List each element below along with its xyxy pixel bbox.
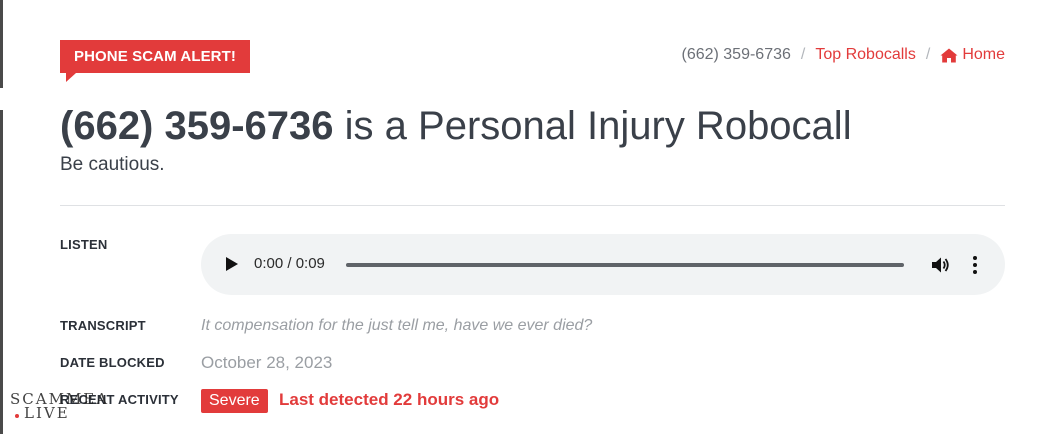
caution-text: Be cautious.: [60, 154, 165, 175]
page-title-rest: is a Personal Injury Robocall: [333, 104, 852, 148]
scam-alert-badge: PHONE SCAM ALERT!: [60, 40, 250, 82]
phone-number: (662) 359-6736: [60, 104, 334, 148]
window-edge: [0, 0, 3, 434]
home-link[interactable]: Home: [940, 45, 1005, 65]
home-link-label: Home: [962, 46, 1005, 63]
watermark-dot: [15, 414, 19, 418]
breadcrumb: (662) 359-6736 / Top Robocalls / Home: [681, 45, 1005, 65]
breadcrumb-separator: /: [800, 46, 806, 63]
breadcrumb-current: (662) 359-6736: [681, 46, 791, 63]
listen-label: LISTEN: [60, 237, 108, 252]
breadcrumb-separator: /: [925, 46, 931, 63]
severity-badge: Severe: [201, 389, 268, 413]
volume-icon[interactable]: [930, 255, 950, 275]
play-icon[interactable]: [225, 256, 239, 272]
date-blocked-value: October 28, 2023: [201, 353, 333, 372]
audio-seekbar[interactable]: [346, 263, 904, 267]
last-detected-text: Last detected 22 hours ago: [279, 390, 500, 409]
date-blocked-label: DATE BLOCKED: [60, 355, 165, 370]
transcript-label: TRANSCRIPT: [60, 318, 146, 333]
recent-activity-label: RECENT ACTIVITY: [60, 392, 179, 407]
home-icon: [940, 48, 958, 62]
page-title: (662) 359-6736 is a Personal Injury Robo…: [60, 100, 852, 152]
audio-time: 0:00 / 0:09: [254, 255, 325, 272]
divider: [60, 205, 1005, 206]
badge-tail: [66, 73, 76, 82]
transcript-value: It compensation for the just tell me, ha…: [201, 317, 593, 334]
top-robocalls-link[interactable]: Top Robocalls: [815, 45, 916, 65]
more-vert-icon[interactable]: [971, 255, 979, 275]
audio-player[interactable]: 0:00 / 0:09: [201, 234, 1005, 295]
scam-alert-label: PHONE SCAM ALERT!: [74, 48, 236, 65]
